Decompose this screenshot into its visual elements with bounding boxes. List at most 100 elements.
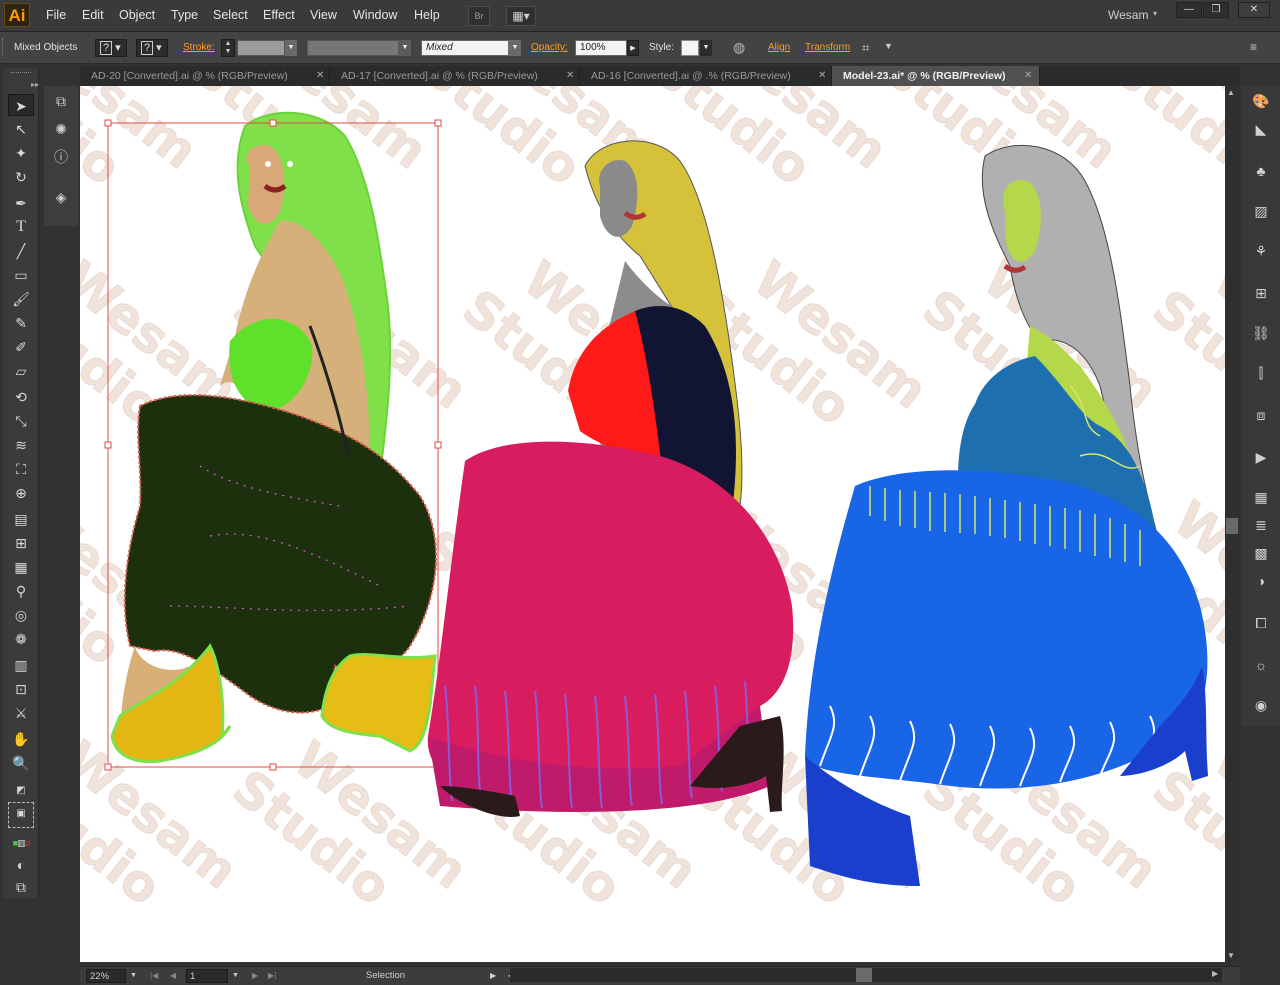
- direct-selection-tool-icon[interactable]: ↖: [8, 118, 34, 140]
- blob-brush-tool-icon[interactable]: ✐: [8, 336, 34, 358]
- lasso-tool-icon[interactable]: ↻: [8, 166, 34, 188]
- status-menu-icon[interactable]: ▶: [490, 969, 496, 983]
- arrange-documents-icon[interactable]: ▦▾: [506, 6, 536, 26]
- menu-help[interactable]: Help: [414, 8, 440, 22]
- menu-file[interactable]: File: [46, 8, 66, 22]
- layers-panel-icon[interactable]: ▦: [1250, 486, 1272, 508]
- transform-link[interactable]: Transform: [805, 42, 850, 53]
- figure-green-selected[interactable]: [104, 111, 442, 771]
- screen-mode-icon[interactable]: ⧉: [8, 876, 34, 898]
- scroll-right-icon[interactable]: ▶: [1212, 969, 1218, 978]
- hand-tool-icon[interactable]: ✋: [8, 728, 34, 750]
- brush-dropdown[interactable]: ▼: [509, 40, 521, 56]
- toolbox-grip-icon[interactable]: [11, 72, 31, 76]
- menu-type[interactable]: Type: [171, 8, 198, 22]
- stroke-link[interactable]: Stroke:: [183, 42, 215, 53]
- restore-icon[interactable]: ❐: [1203, 2, 1229, 18]
- opacity-link[interactable]: Opacity:: [531, 42, 568, 53]
- tab-ad-17[interactable]: AD-17 [Converted].ai @ % (RGB/Preview) ✕: [330, 66, 580, 86]
- align-panel-icon[interactable]: ⫿: [1250, 362, 1272, 384]
- actions-panel-icon[interactable]: ▶: [1250, 446, 1272, 468]
- fill-stroke-swatch-icon[interactable]: ▣: [8, 802, 34, 828]
- tab-ad-16[interactable]: AD-16 [Converted].ai @ .% (RGB/Preview) …: [580, 66, 832, 86]
- color-guide-icon[interactable]: ◣: [1250, 118, 1272, 140]
- symbols-panel-icon[interactable]: ✺: [50, 118, 72, 140]
- chevron-down-icon[interactable]: ▾: [1153, 9, 1157, 18]
- stroke-weight-stepper[interactable]: ▲ ▼: [221, 39, 235, 57]
- artboards-panel-icon[interactable]: ⊞: [1250, 282, 1272, 304]
- links-panel-icon[interactable]: ⛓: [1250, 322, 1272, 344]
- type-tool-icon[interactable]: T: [8, 216, 34, 238]
- layers-panel-icon[interactable]: ◈: [50, 186, 72, 208]
- next-artboard-icon[interactable]: ▶: [252, 969, 258, 983]
- pathfinder-panel-icon[interactable]: ⧈: [1250, 404, 1272, 426]
- tab-ad-20[interactable]: AD-20 [Converted].ai @ % (RGB/Preview) ✕: [80, 66, 330, 86]
- brush-definition-field[interactable]: Mixed: [421, 40, 509, 56]
- graphic-style-swatch[interactable]: [681, 40, 699, 56]
- artboard-dropdown-icon[interactable]: ▼: [232, 969, 239, 983]
- gradient-panel-icon[interactable]: ▩: [1250, 542, 1272, 564]
- menu-object[interactable]: Object: [119, 8, 155, 22]
- align-link[interactable]: Align: [768, 42, 790, 53]
- scale-tool-icon[interactable]: ⤡: [8, 410, 34, 432]
- appearance-panel-icon[interactable]: ☼: [1250, 654, 1272, 676]
- eyedropper-tool-icon[interactable]: ⚲: [8, 580, 34, 602]
- symbol-sprayer-tool-icon[interactable]: ❁: [8, 628, 34, 650]
- previous-artboard-icon[interactable]: ◀: [170, 969, 176, 983]
- symbols-panel-icon[interactable]: ⚘: [1250, 240, 1272, 262]
- pen-tool-icon[interactable]: ✒: [8, 192, 34, 214]
- pencil-tool-icon[interactable]: ✎: [8, 312, 34, 334]
- column-graph-tool-icon[interactable]: ▥: [8, 654, 34, 676]
- isolate-group-icon[interactable]: ⌗: [862, 40, 869, 56]
- brushes-panel-icon[interactable]: ▨: [1250, 200, 1272, 222]
- info-panel-icon[interactable]: ⓘ: [50, 146, 72, 168]
- close-icon[interactable]: ✕: [1238, 2, 1270, 18]
- image-trace-panel-icon[interactable]: ◉: [1250, 694, 1272, 716]
- graphic-styles-panel-icon[interactable]: ⧠: [1250, 612, 1272, 634]
- transparency-panel-icon[interactable]: ◑: [1250, 570, 1272, 592]
- stroke-swatch[interactable]: ? ▾: [136, 39, 168, 57]
- panel-menu-icon[interactable]: ≡: [1250, 40, 1257, 54]
- warp-tool-icon[interactable]: ≋: [8, 434, 34, 456]
- line-tool-icon[interactable]: ╱: [8, 240, 34, 262]
- transform-panel-icon[interactable]: ⧉: [50, 90, 72, 112]
- close-icon[interactable]: ✕: [316, 66, 324, 86]
- stroke-weight-dropdown[interactable]: ▼: [285, 40, 297, 56]
- drawing-mode-icon[interactable]: ◐: [8, 854, 34, 876]
- stroke-panel-icon[interactable]: ≣: [1250, 514, 1272, 536]
- rectangle-tool-icon[interactable]: ▭: [8, 264, 34, 286]
- swatches-panel-icon[interactable]: ♣: [1250, 160, 1272, 182]
- chevron-down-icon[interactable]: ▼: [884, 41, 893, 51]
- color-panel-icon[interactable]: 🎨: [1250, 90, 1272, 112]
- slice-tool-icon[interactable]: ⚔: [8, 702, 34, 724]
- close-icon[interactable]: ✕: [818, 66, 826, 86]
- opacity-field[interactable]: 100%: [575, 40, 627, 56]
- vertical-scroll-thumb[interactable]: [1226, 518, 1238, 534]
- recolor-artwork-icon[interactable]: ◍: [733, 39, 745, 56]
- shape-builder-tool-icon[interactable]: ⊕: [8, 482, 34, 504]
- figure-magenta[interactable]: [427, 140, 794, 817]
- horizontal-scroll-thumb[interactable]: [856, 968, 872, 982]
- zoom-field[interactable]: 22%: [86, 969, 126, 983]
- free-transform-tool-icon[interactable]: ⛶: [8, 458, 34, 480]
- scroll-up-icon[interactable]: ▲: [1227, 88, 1235, 97]
- bridge-button[interactable]: Br: [468, 6, 490, 26]
- scroll-down-icon[interactable]: ▼: [1227, 951, 1235, 960]
- default-colors-icon[interactable]: ◩: [8, 780, 34, 802]
- style-dropdown[interactable]: ▼: [700, 40, 712, 56]
- menu-window[interactable]: Window: [353, 8, 397, 22]
- color-mode-icons[interactable]: ■▥⧄: [8, 832, 34, 854]
- collapse-icon[interactable]: ▸▸: [31, 80, 39, 89]
- artboard-number-field[interactable]: 1: [186, 969, 228, 983]
- close-icon[interactable]: ✕: [1024, 66, 1032, 86]
- zoom-dropdown-icon[interactable]: ▼: [130, 969, 137, 983]
- menu-view[interactable]: View: [310, 8, 337, 22]
- last-artboard-icon[interactable]: ▶|: [268, 969, 276, 983]
- eraser-tool-icon[interactable]: ▱: [8, 360, 34, 382]
- variable-width-dropdown[interactable]: ▼: [399, 40, 411, 56]
- figure-blue[interactable]: [805, 144, 1208, 886]
- menu-edit[interactable]: Edit: [82, 8, 104, 22]
- magic-wand-tool-icon[interactable]: ✦: [8, 142, 34, 164]
- zoom-tool-icon[interactable]: 🔍: [8, 752, 34, 774]
- menu-effect[interactable]: Effect: [263, 8, 295, 22]
